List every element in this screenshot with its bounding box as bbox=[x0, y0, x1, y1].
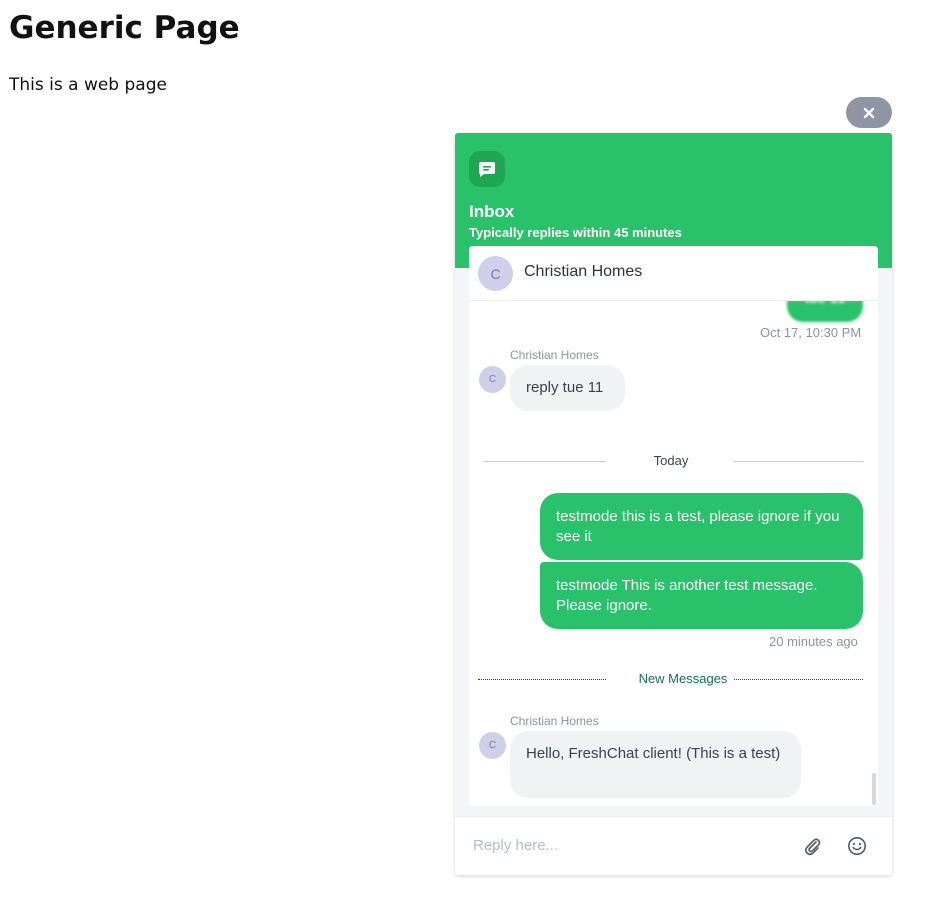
close-icon bbox=[863, 107, 875, 118]
message-list[interactable]: tue 11 Oct 17, 10:30 PM Christian Homes … bbox=[469, 246, 878, 806]
incoming-message: Hello, FreshChat client! (This is a test… bbox=[510, 731, 801, 798]
agent-name: Christian Homes bbox=[524, 263, 643, 280]
reply-input[interactable] bbox=[473, 837, 773, 854]
smiley-icon bbox=[848, 837, 866, 855]
response-time-subtitle: Typically replies within 45 minutes bbox=[469, 225, 682, 240]
sender-name: Christian Homes bbox=[510, 348, 599, 362]
new-messages-divider: New Messages bbox=[478, 671, 863, 686]
paperclip-icon bbox=[804, 838, 821, 856]
page-title: Generic Page bbox=[9, 10, 240, 46]
agent-avatar: C bbox=[478, 256, 513, 291]
reply-bar bbox=[455, 816, 892, 875]
message-timestamp: Oct 17, 10:30 PM bbox=[760, 325, 862, 340]
emoji-button[interactable] bbox=[846, 835, 868, 857]
message-timestamp: 20 minutes ago bbox=[769, 634, 858, 649]
outgoing-message: testmode This is another test message. P… bbox=[540, 562, 863, 629]
scrollbar[interactable] bbox=[872, 773, 876, 805]
inbox-title: Inbox bbox=[469, 202, 515, 221]
outgoing-message: testmode this is a test, please ignore i… bbox=[540, 493, 863, 560]
sender-avatar: C bbox=[479, 366, 506, 393]
sender-avatar: C bbox=[479, 732, 506, 759]
attach-button[interactable] bbox=[801, 835, 823, 857]
page-text: This is a web page bbox=[9, 75, 167, 95]
new-messages-label: New Messages bbox=[638, 671, 728, 686]
close-chat-button[interactable] bbox=[846, 97, 892, 128]
conversation-header: C Christian Homes bbox=[469, 246, 878, 301]
date-divider: Today bbox=[483, 453, 863, 468]
conversation-card: tue 11 Oct 17, 10:30 PM Christian Homes … bbox=[469, 246, 878, 806]
incoming-message: reply tue 11 bbox=[510, 365, 625, 411]
date-divider-label: Today bbox=[653, 453, 689, 468]
chat-widget: Inbox Typically replies within 45 minute… bbox=[455, 133, 892, 875]
chat-bubble-icon bbox=[469, 151, 505, 187]
sender-name: Christian Homes bbox=[510, 714, 599, 728]
